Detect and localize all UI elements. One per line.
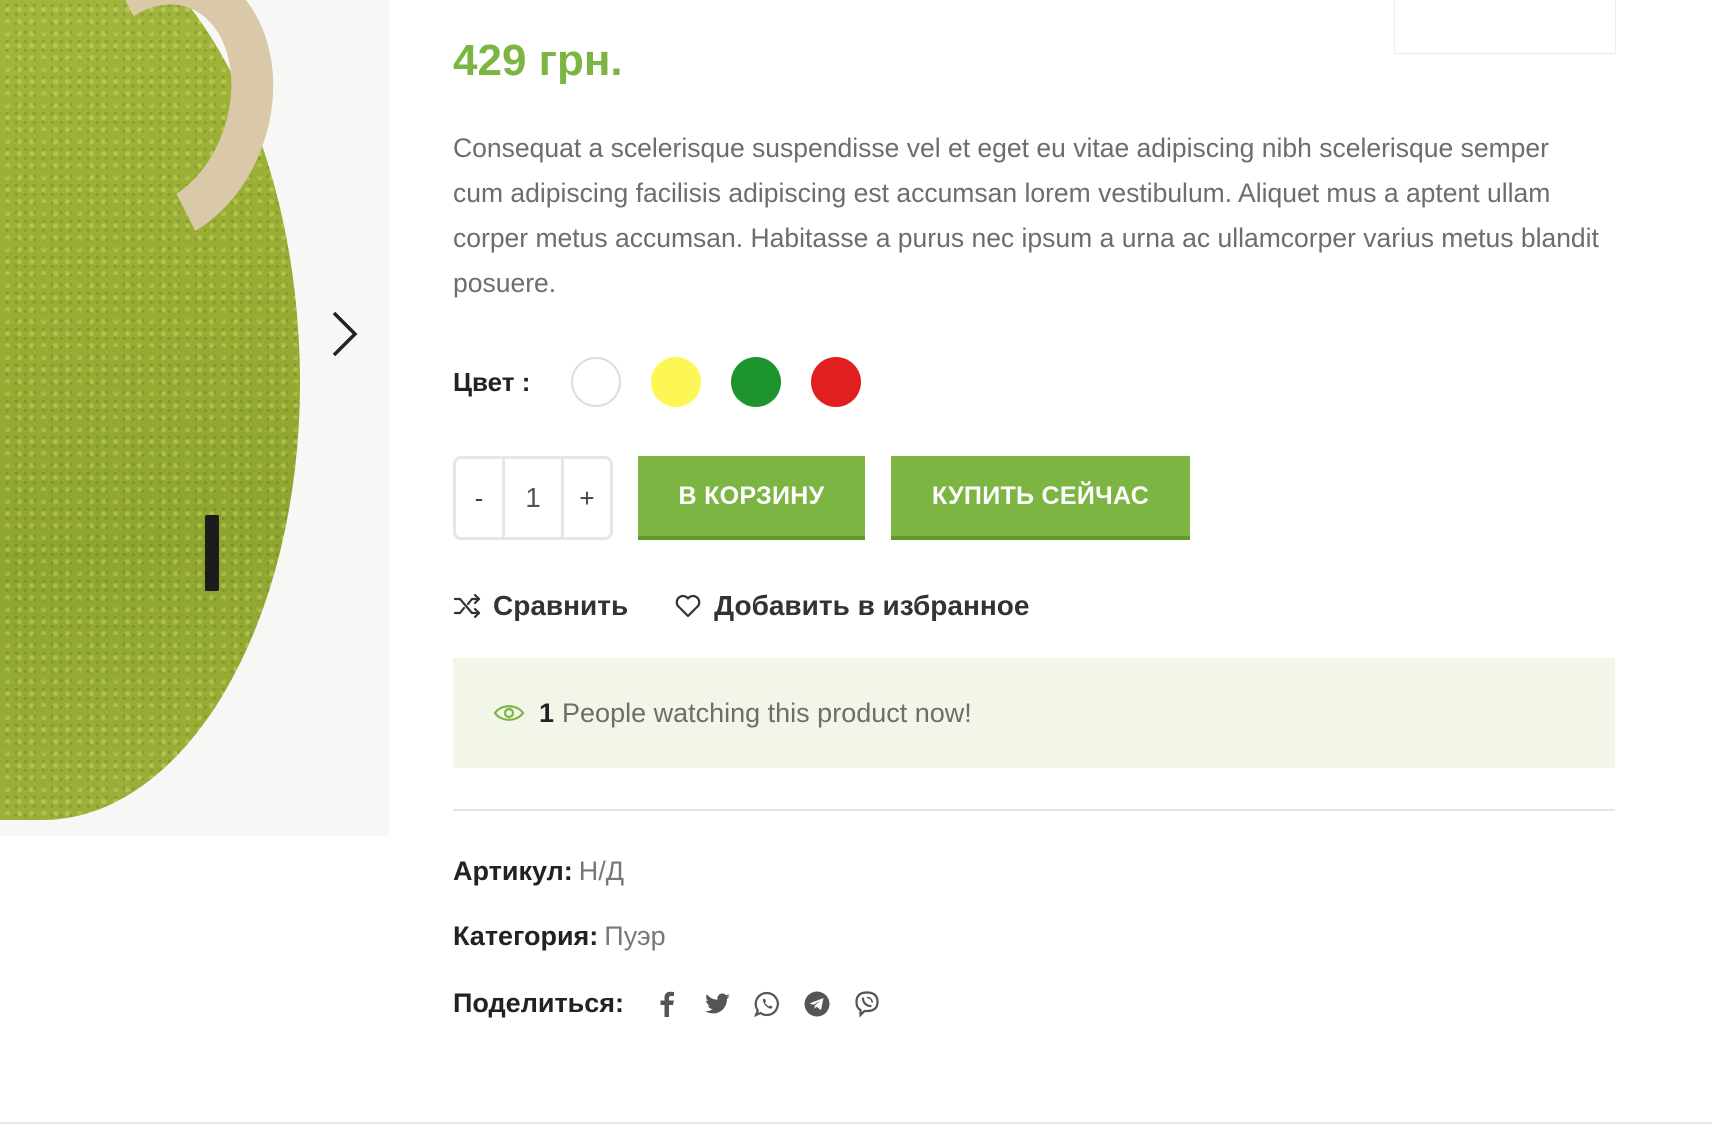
wishlist-link[interactable]: Добавить в избранное xyxy=(674,590,1029,622)
viber-share-button[interactable] xyxy=(852,989,882,1019)
color-label: Цвет : xyxy=(453,366,531,397)
twitter-share-button[interactable] xyxy=(702,989,732,1019)
quantity-input[interactable]: 1 xyxy=(502,459,564,537)
swatch-red[interactable] xyxy=(811,357,861,407)
share-icons xyxy=(652,989,902,1019)
compare-label: Сравнить xyxy=(493,590,629,621)
brand-box xyxy=(1394,0,1616,54)
gallery-next-button[interactable] xyxy=(326,308,362,360)
share-row: Поделиться: xyxy=(453,988,902,1019)
wishlist-label: Добавить в избранное xyxy=(714,590,1030,621)
add-to-cart-button[interactable]: В КОРЗИНУ xyxy=(638,456,865,540)
twitter-icon xyxy=(705,993,731,1013)
category-label: Категория: xyxy=(453,921,599,951)
watching-notice: 1 People watching this product now! xyxy=(453,658,1615,768)
whatsapp-icon xyxy=(754,991,779,1017)
sku-label: Артикул: xyxy=(453,856,573,886)
buy-now-button[interactable]: КУПИТЬ СЕЙЧАС xyxy=(891,456,1190,540)
share-label: Поделиться: xyxy=(453,988,625,1018)
swatch-green[interactable] xyxy=(731,357,781,407)
footer-divider xyxy=(0,1122,1712,1124)
quantity-stepper: - 1 + xyxy=(453,456,613,540)
color-selector: Цвет : xyxy=(453,356,891,408)
viber-icon xyxy=(855,990,879,1018)
telegram-icon xyxy=(804,991,830,1016)
category-link[interactable]: Пуэр xyxy=(604,921,665,952)
telegram-share-button[interactable] xyxy=(802,989,832,1019)
swatch-white[interactable] xyxy=(571,357,621,407)
facebook-icon xyxy=(660,991,675,1017)
sku-row: Артикул: Н/Д xyxy=(453,856,624,887)
whatsapp-share-button[interactable] xyxy=(752,989,782,1019)
product-price: 429 грн. xyxy=(453,36,623,85)
compare-link[interactable]: Сравнить xyxy=(453,590,628,622)
heart-icon xyxy=(675,594,701,618)
fabric-tag xyxy=(205,515,219,591)
category-row: Категория: Пуэр xyxy=(453,921,666,952)
watching-message: People watching this product now! xyxy=(562,697,972,728)
product-actions: Сравнить Добавить в избранное xyxy=(453,586,1075,626)
shuffle-icon xyxy=(453,593,481,619)
watching-count: 1 xyxy=(539,697,555,728)
meta-divider xyxy=(453,809,1615,811)
product-description: Consequat a scelerisque suspendisse vel … xyxy=(453,133,1599,298)
quantity-plus-button[interactable]: + xyxy=(564,459,610,537)
sku-value: Н/Д xyxy=(578,856,625,886)
swatch-yellow[interactable] xyxy=(651,357,701,407)
product-image xyxy=(0,0,389,836)
facebook-share-button[interactable] xyxy=(652,989,682,1019)
eye-icon xyxy=(493,705,525,721)
quantity-minus-button[interactable]: - xyxy=(456,459,502,537)
chevron-right-icon xyxy=(332,311,358,357)
